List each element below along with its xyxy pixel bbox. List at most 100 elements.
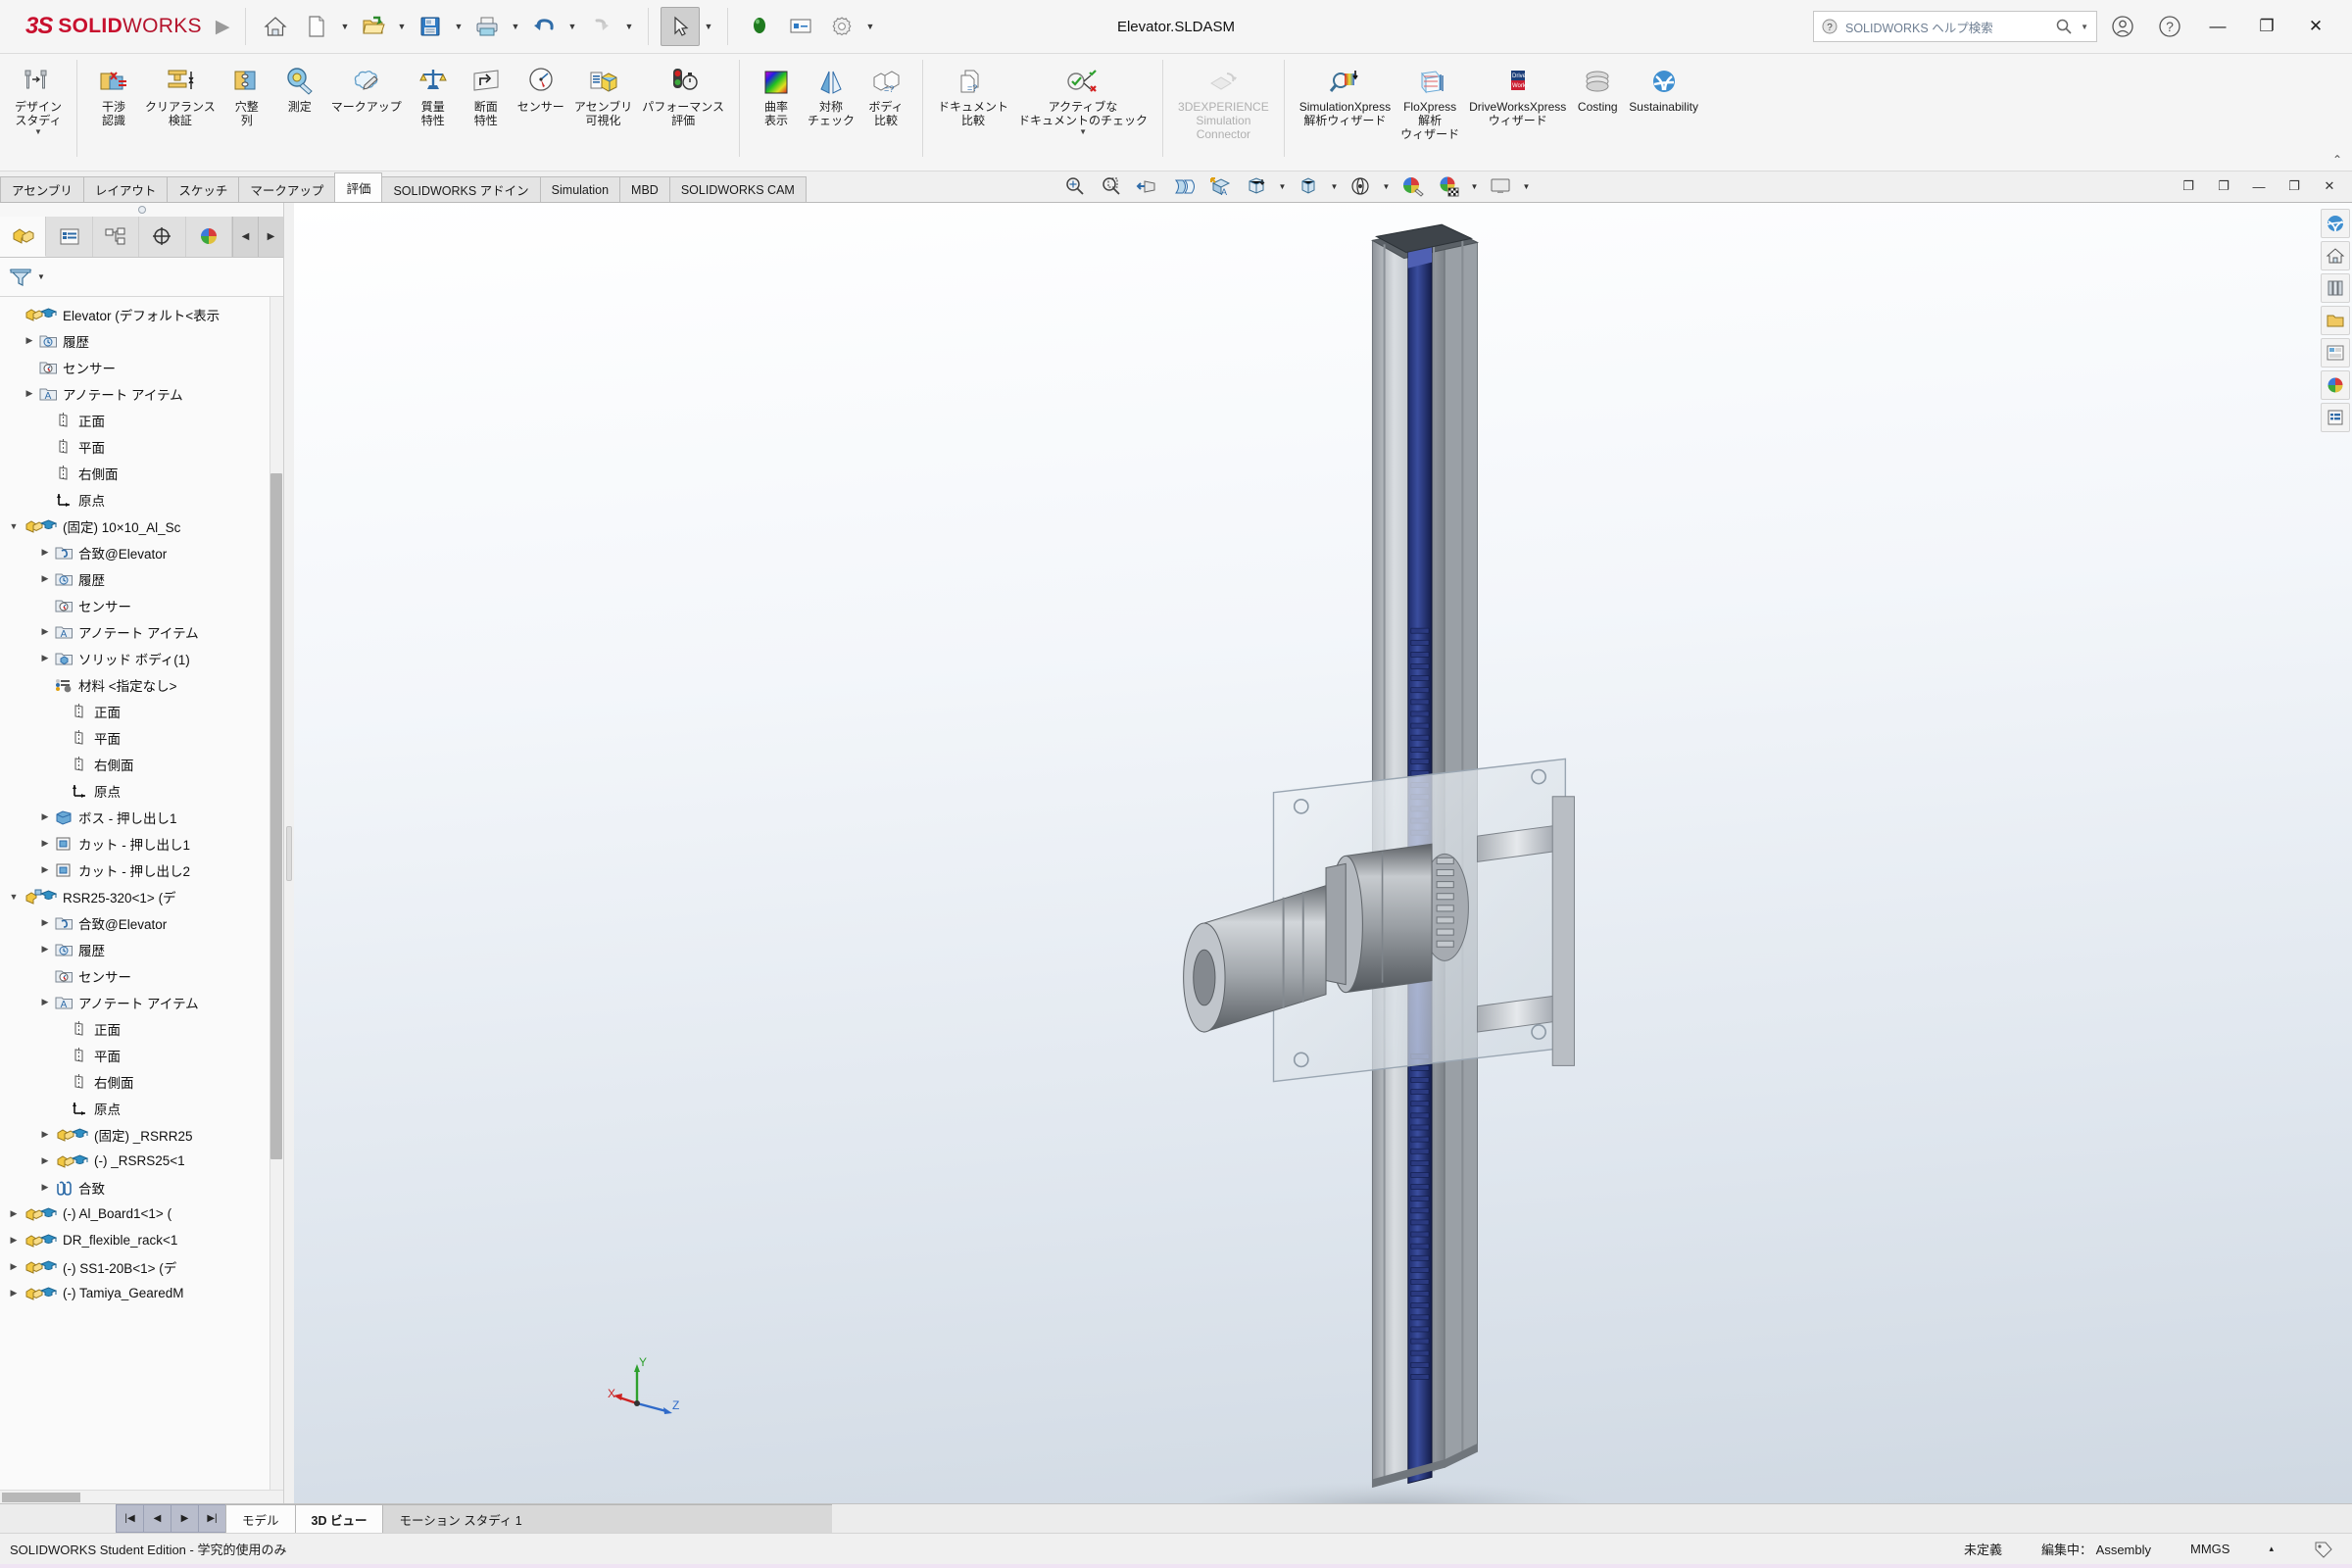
zoom-to-fit-icon[interactable] <box>1058 172 1092 200</box>
tree-node[interactable]: ▶ ソリッド ボディ(1) <box>0 645 283 671</box>
sustainability-button[interactable]: Sustainability <box>1624 58 1703 114</box>
undo-icon[interactable] <box>524 7 564 46</box>
tree-collapse-icon[interactable]: ▼ <box>6 892 22 902</box>
custom-properties-icon[interactable] <box>2321 403 2350 432</box>
tree-node[interactable]: 右側面 <box>0 460 283 486</box>
file-explorer-icon[interactable] <box>2321 306 2350 335</box>
save-icon[interactable] <box>411 7 450 46</box>
zoom-to-area-icon[interactable] <box>1095 172 1128 200</box>
section-view-icon[interactable] <box>1167 172 1200 200</box>
previous-view-icon[interactable] <box>1131 172 1164 200</box>
view-orientation-icon[interactable]: A <box>1203 172 1237 200</box>
print-icon[interactable] <box>467 7 507 46</box>
panel-pin[interactable] <box>0 203 283 217</box>
tab-markup[interactable]: マークアップ <box>238 176 336 202</box>
ribbon-collapse-button[interactable]: ⌃ <box>2332 153 2342 167</box>
view-palette-icon[interactable] <box>2321 209 2350 238</box>
tree-expand-icon[interactable]: ▶ <box>22 388 37 399</box>
tree-expand-icon[interactable]: ▶ <box>37 944 53 955</box>
help-icon[interactable]: ? <box>2148 5 2191 48</box>
tree-expand-icon[interactable]: ▶ <box>37 917 53 928</box>
panel-splitter[interactable] <box>284 203 294 1503</box>
bottom-tab-3dview[interactable]: 3D ビュー <box>294 1504 384 1533</box>
tree-node[interactable]: ▶ カット - 押し出し1 <box>0 830 283 857</box>
tree-node[interactable]: ▶ 履歴 <box>0 327 283 354</box>
settings-dropdown-icon[interactable]: ▼ <box>863 7 877 46</box>
tree-expand-icon[interactable]: ▶ <box>6 1208 22 1219</box>
tree-node[interactable]: 平面 <box>0 433 283 460</box>
symmetry-check-button[interactable]: 対称 チェック <box>803 58 859 127</box>
tree-node[interactable]: ▶ 履歴 <box>0 565 283 592</box>
tree-horizontal-scrollbar[interactable] <box>0 1490 283 1503</box>
new-document-icon[interactable] <box>297 7 336 46</box>
nav-prev-button[interactable]: ◀ <box>143 1504 172 1533</box>
help-search-box[interactable]: ? SOLIDWORKS ヘルプ検索 ▼ <box>1813 11 2097 42</box>
nav-next-button[interactable]: ▶ <box>171 1504 199 1533</box>
tree-node[interactable]: ▶ (-) _RSRS25<1 <box>0 1148 283 1174</box>
tree-node[interactable]: 原点 <box>0 486 283 513</box>
section-properties-button[interactable]: 断面 特性 <box>460 58 513 127</box>
tree-node[interactable]: 平面 <box>0 1042 283 1068</box>
tree-expand-icon[interactable]: ▶ <box>37 573 53 584</box>
save-dropdown-icon[interactable]: ▼ <box>452 7 466 46</box>
tab-assembly[interactable]: アセンブリ <box>0 176 84 202</box>
tree-hscroll-thumb[interactable] <box>2 1493 80 1502</box>
tab-solidworks-addins[interactable]: SOLIDWORKS アドイン <box>381 176 541 202</box>
tree-node[interactable]: 原点 <box>0 777 283 804</box>
view-settings-icon[interactable] <box>1484 172 1517 200</box>
pin-dot-icon[interactable] <box>137 206 146 214</box>
tree-node[interactable]: ▶ DR_flexible_rack<1 <box>0 1227 283 1253</box>
measure-button[interactable]: 測定 <box>273 58 326 114</box>
mass-properties-button[interactable]: 質量 特性 <box>407 58 460 127</box>
doc-restore2-icon[interactable]: ❐ <box>2207 172 2240 200</box>
hide-show-items-icon[interactable] <box>1292 172 1325 200</box>
floxpress-button[interactable]: FloXpress 解析 ウィザード <box>1396 58 1464 141</box>
display-manager-tab[interactable] <box>185 217 233 257</box>
doc-restore1-icon[interactable]: ❐ <box>2172 172 2205 200</box>
search-library-icon[interactable] <box>2321 338 2350 368</box>
tree-node[interactable]: ▶ 合致 <box>0 1174 283 1200</box>
tree-expand-icon[interactable]: ▶ <box>6 1235 22 1246</box>
select-icon[interactable] <box>661 7 700 46</box>
tab-solidworks-cam[interactable]: SOLIDWORKS CAM <box>668 176 807 202</box>
redo-icon[interactable] <box>581 7 620 46</box>
tab-mbd[interactable]: MBD <box>619 176 670 202</box>
tree-expand-icon[interactable]: ▶ <box>37 653 53 663</box>
curvature-display-button[interactable]: 曲率 表示 <box>750 58 803 127</box>
tree-expand-icon[interactable]: ▶ <box>6 1288 22 1298</box>
menu-expand-arrow-icon[interactable]: ▶ <box>216 16 230 38</box>
tree-node[interactable]: ▶ 合致@Elevator <box>0 909 283 936</box>
tree-node[interactable]: 正面 <box>0 1015 283 1042</box>
tree-collapse-icon[interactable]: ▼ <box>6 521 22 531</box>
units-dropdown-icon[interactable]: ▴ <box>2269 1544 2274 1554</box>
tree-expand-icon[interactable]: ▶ <box>37 1155 53 1166</box>
tree-node[interactable]: ▼ RSR25-320<1> (デ <box>0 883 283 909</box>
tree-node[interactable]: ▶ (-) Tamiya_GearedM <box>0 1280 283 1306</box>
graphics-area[interactable]: Y Z X <box>294 203 2352 1503</box>
tree-node[interactable]: 平面 <box>0 724 283 751</box>
tree-expand-icon[interactable]: ▶ <box>37 1182 53 1193</box>
property-manager-tab[interactable] <box>46 217 93 257</box>
tab-simulation[interactable]: Simulation <box>539 176 621 202</box>
tree-node[interactable]: Elevator (デフォルト<表示 <box>0 301 283 327</box>
performance-evaluation-button[interactable]: パフォーマンス 評価 <box>637 58 729 127</box>
tree-node[interactable]: ▶ (-) Al_Board1<1> ( <box>0 1200 283 1227</box>
design-library-icon[interactable] <box>2321 273 2350 303</box>
hole-alignment-button[interactable]: 穴整 列 <box>220 58 273 127</box>
document-compare-button[interactable]: =? ドキュメント 比較 <box>933 58 1013 127</box>
active-document-check-button[interactable]: アクティブな ドキュメントのチェック ▼ <box>1013 58 1152 136</box>
configuration-manager-tab[interactable] <box>92 217 140 257</box>
tree-node[interactable]: ▶ A アノテート アイテム <box>0 618 283 645</box>
tree-expand-icon[interactable]: ▶ <box>37 811 53 822</box>
tree-node[interactable]: 右側面 <box>0 751 283 777</box>
tab-evaluate[interactable]: 評価 <box>334 172 383 202</box>
tree-node[interactable]: センサー <box>0 592 283 618</box>
edit-appearance-icon[interactable] <box>1344 172 1377 200</box>
panel-nav-prev[interactable]: ◀ <box>232 217 259 257</box>
tree-node[interactable]: 正面 <box>0 407 283 433</box>
select-dropdown-icon[interactable]: ▼ <box>702 7 715 46</box>
tree-expand-icon[interactable]: ▶ <box>6 1261 22 1272</box>
hide-show-items-dropdown-icon[interactable]: ▼ <box>1328 172 1341 200</box>
tree-expand-icon[interactable]: ▶ <box>37 1129 53 1140</box>
simulationxpress-button[interactable]: SimulationXpress 解析ウィザード <box>1295 58 1396 127</box>
